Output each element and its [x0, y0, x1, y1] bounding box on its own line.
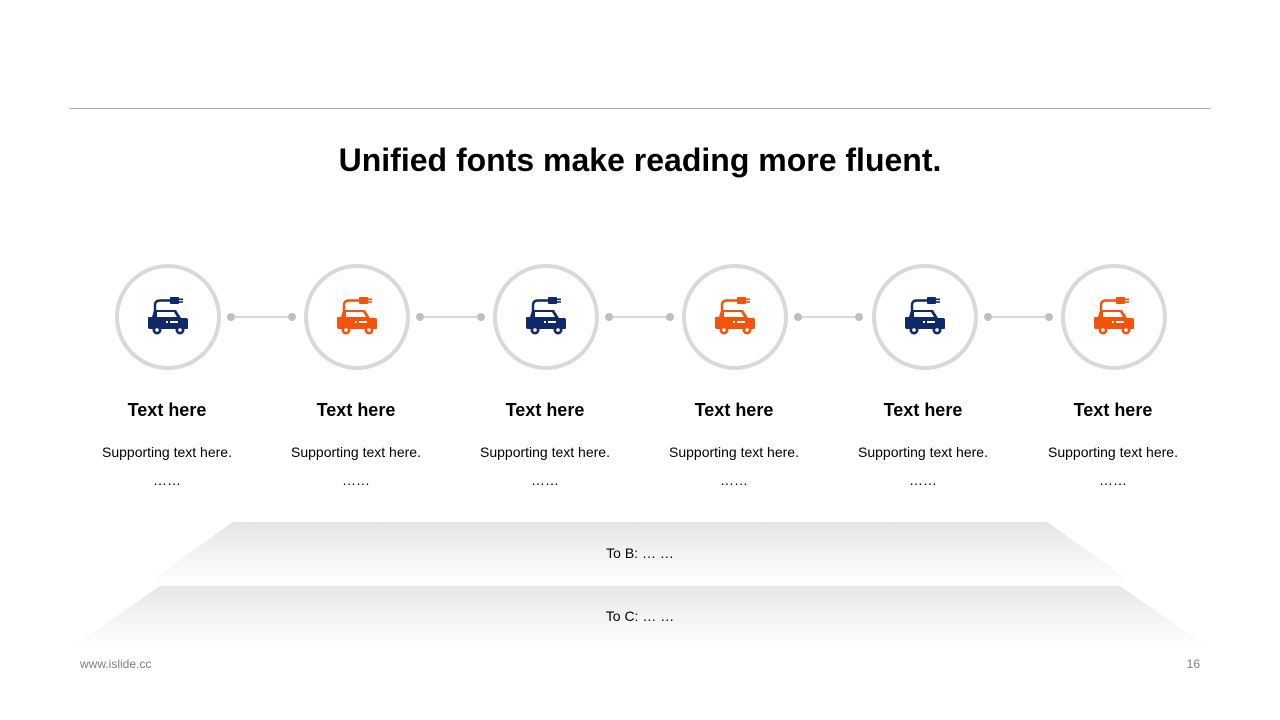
connector-dot — [605, 313, 613, 321]
step-ellipsis: …… — [720, 472, 748, 488]
electric-car-icon — [903, 295, 947, 339]
step-supporting-text: Supporting text here. — [102, 444, 232, 460]
step-ellipsis: …… — [153, 472, 181, 488]
connector-dot — [984, 313, 992, 321]
connector-line — [609, 316, 670, 318]
step-supporting-text: Supporting text here. — [858, 444, 988, 460]
step-supporting-text: Supporting text here. — [291, 444, 421, 460]
step-ellipsis: …… — [531, 472, 559, 488]
electric-car-icon — [1092, 295, 1136, 339]
step-title: Text here — [883, 400, 963, 420]
band-label-to-c: To C: … … — [605, 608, 675, 624]
step-supporting-text: Supporting text here. — [480, 444, 610, 460]
connector-line — [988, 316, 1049, 318]
connector-dot — [855, 313, 863, 321]
step-ellipsis: …… — [909, 472, 937, 488]
band-label-to-b: To B: … … — [606, 545, 674, 561]
electric-car-icon — [146, 295, 190, 339]
step-circle-2 — [304, 264, 410, 370]
connector-line — [420, 316, 481, 318]
electric-car-icon — [524, 295, 568, 339]
electric-car-icon — [335, 295, 379, 339]
step-circle-3 — [493, 264, 599, 370]
step-title: Text here — [1073, 400, 1153, 420]
connector-dot — [1045, 313, 1053, 321]
connector-line — [231, 316, 292, 318]
connector-line — [798, 316, 859, 318]
top-divider — [70, 108, 1210, 109]
connector-dot — [416, 313, 424, 321]
step-title: Text here — [127, 400, 207, 420]
step-circle-6 — [1061, 264, 1167, 370]
step-title: Text here — [505, 400, 585, 420]
step-title: Text here — [694, 400, 774, 420]
step-title: Text here — [316, 400, 396, 420]
slide-title: Unified fonts make reading more fluent. — [338, 142, 942, 178]
step-ellipsis: …… — [342, 472, 370, 488]
connector-dot — [288, 313, 296, 321]
connector-dot — [666, 313, 674, 321]
connector-dot — [794, 313, 802, 321]
connector-dot — [227, 313, 235, 321]
step-circle-4 — [682, 264, 788, 370]
step-supporting-text: Supporting text here. — [1048, 444, 1178, 460]
step-supporting-text: Supporting text here. — [669, 444, 799, 460]
electric-car-icon — [713, 295, 757, 339]
step-circle-1 — [115, 264, 221, 370]
step-ellipsis: …… — [1099, 472, 1127, 488]
page-number: 16 — [1186, 657, 1200, 671]
connector-dot — [477, 313, 485, 321]
step-circle-5 — [872, 264, 978, 370]
footer-url: www.islide.cc — [80, 657, 152, 671]
